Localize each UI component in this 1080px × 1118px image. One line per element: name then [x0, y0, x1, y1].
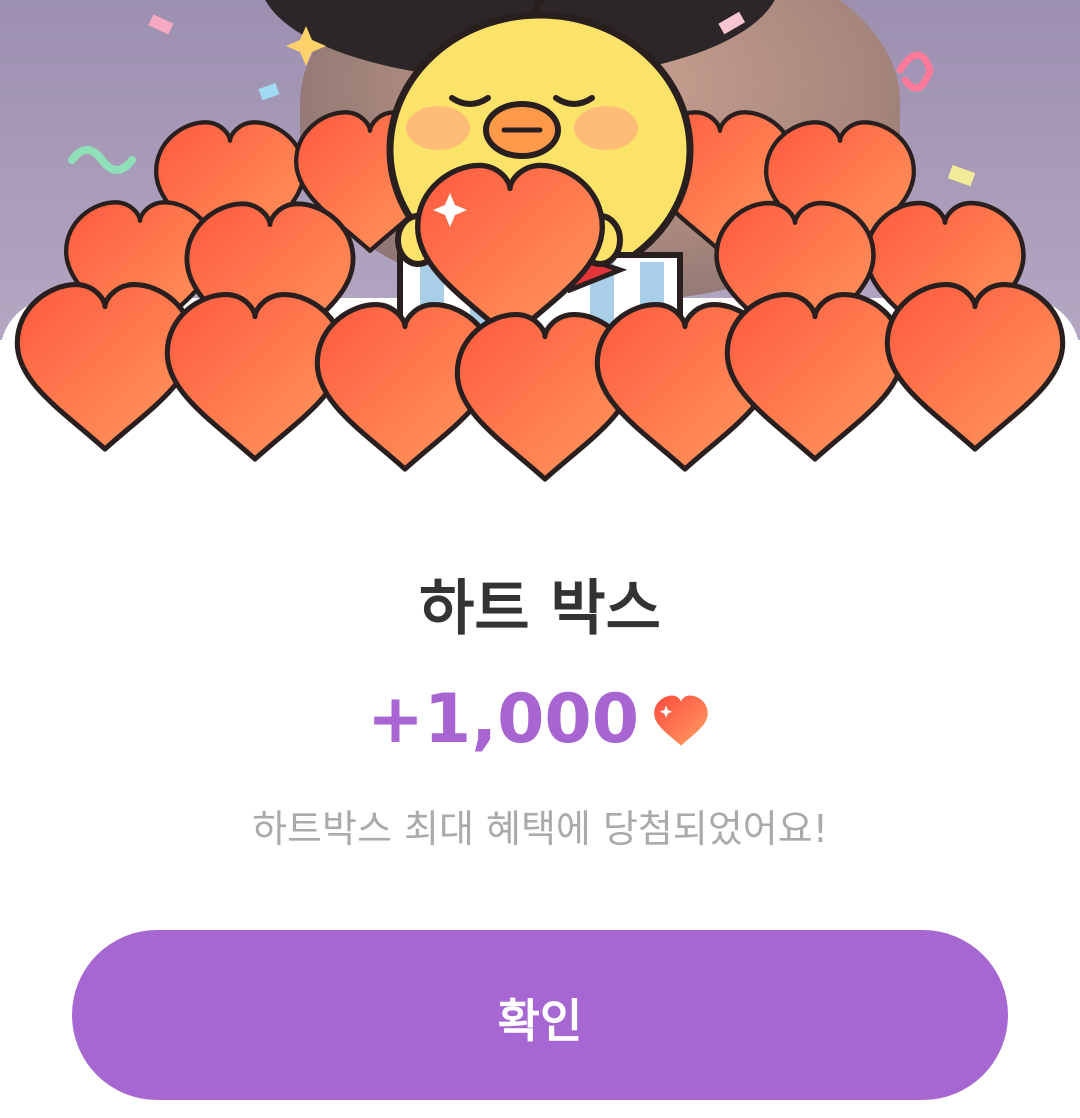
confirm-button-label: 확인 — [497, 994, 583, 1048]
heart-icon — [654, 694, 708, 746]
dialog-title: 하트 박스 — [419, 574, 661, 644]
heart-box-illustration — [0, 0, 1080, 500]
reward-row: +1,000 — [0, 680, 1080, 759]
confirm-button[interactable]: 확인 — [72, 930, 1008, 1100]
reward-amount: +1,000 — [366, 680, 640, 759]
reward-description: 하트박스 최대 혜택에 당첨되었어요! — [252, 807, 828, 851]
